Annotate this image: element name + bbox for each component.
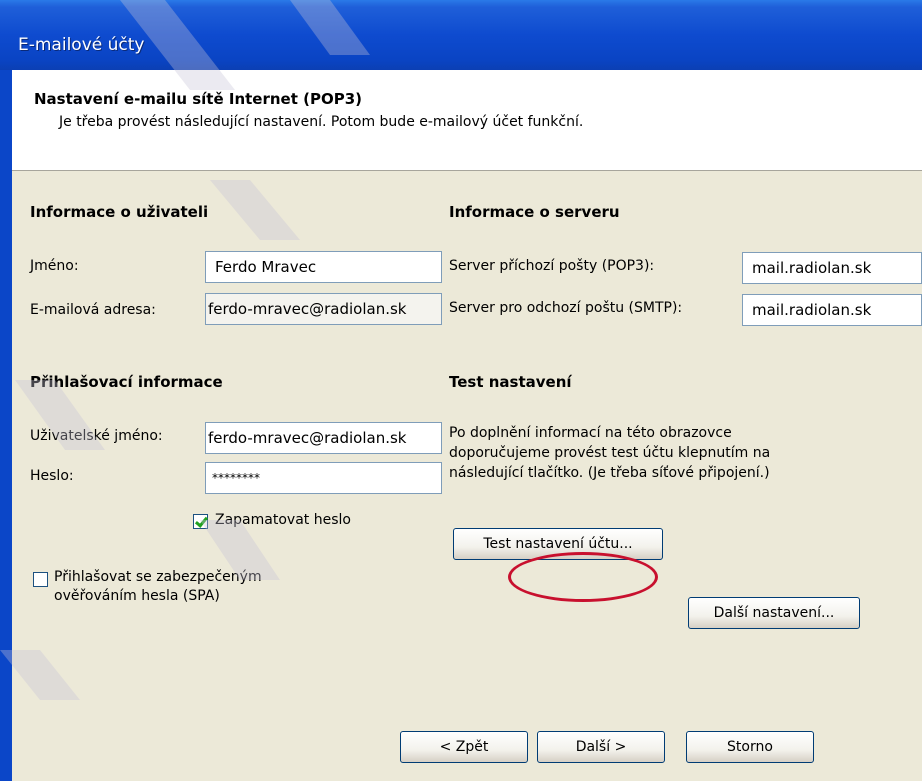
remember-password-checkbox[interactable] [193, 514, 209, 529]
server-info-heading: Informace o serveru [449, 203, 620, 221]
username-field[interactable]: ferdo-mravec@radiolan.sk [205, 422, 442, 454]
password-field[interactable]: ******** [205, 462, 442, 494]
test-desc-line1: Po doplnění informací na této obrazovce [449, 425, 732, 441]
wizard-content: Informace o uživateli Jméno: Ferdo Mrave… [12, 171, 922, 781]
back-button[interactable]: < Zpět [400, 731, 528, 763]
name-label: Jméno: [30, 258, 79, 274]
title-bar[interactable]: E-mailové účty [0, 0, 922, 70]
username-label: Uživatelské jméno: [30, 428, 163, 444]
test-account-settings-button[interactable]: Test nastavení účtu... [453, 528, 663, 560]
wizard-header: Nastavení e-mailu sítě Internet (POP3) J… [12, 70, 922, 171]
spa-label-line2: ověřováním hesla (SPA) [54, 588, 220, 604]
wizard-title: Nastavení e-mailu sítě Internet (POP3) [34, 90, 362, 108]
test-settings-heading: Test nastavení [449, 373, 572, 391]
email-accounts-window: E-mailové účty Nastavení e-mailu sítě In… [0, 0, 922, 781]
email-field[interactable]: ferdo-mravec@radiolan.sk [205, 293, 442, 325]
check-icon [194, 514, 209, 528]
user-info-heading: Informace o uživateli [30, 203, 209, 221]
window-title: E-mailové účty [18, 35, 145, 55]
more-settings-button[interactable]: Další nastavení... [688, 597, 860, 629]
login-info-heading: Přihlašovací informace [30, 373, 223, 391]
spa-label-line1: Přihlašovat se zabezpečeným [54, 569, 262, 585]
outgoing-server-label: Server pro odchozí poštu (SMTP): [449, 300, 683, 316]
password-label: Heslo: [30, 468, 74, 484]
outgoing-server-field[interactable]: mail.radiolan.sk [742, 294, 922, 326]
incoming-server-label: Server příchozí pošty (POP3): [449, 258, 655, 274]
spa-checkbox[interactable] [33, 572, 48, 587]
test-desc-line3: následující tlačítko. (Je třeba síťové p… [449, 465, 770, 481]
window-frame-left [0, 70, 12, 781]
cancel-button[interactable]: Storno [686, 731, 814, 763]
test-desc-line2: doporučujeme provést test účtu klepnutím… [449, 445, 771, 461]
remember-password-label: Zapamatovat heslo [215, 512, 351, 528]
email-label: E-mailová adresa: [30, 302, 156, 318]
wizard-subtitle: Je třeba provést následující nastavení. … [59, 114, 584, 130]
name-field[interactable]: Ferdo Mravec [205, 251, 442, 283]
next-button[interactable]: Další > [537, 731, 665, 763]
incoming-server-field[interactable]: mail.radiolan.sk [742, 252, 922, 284]
